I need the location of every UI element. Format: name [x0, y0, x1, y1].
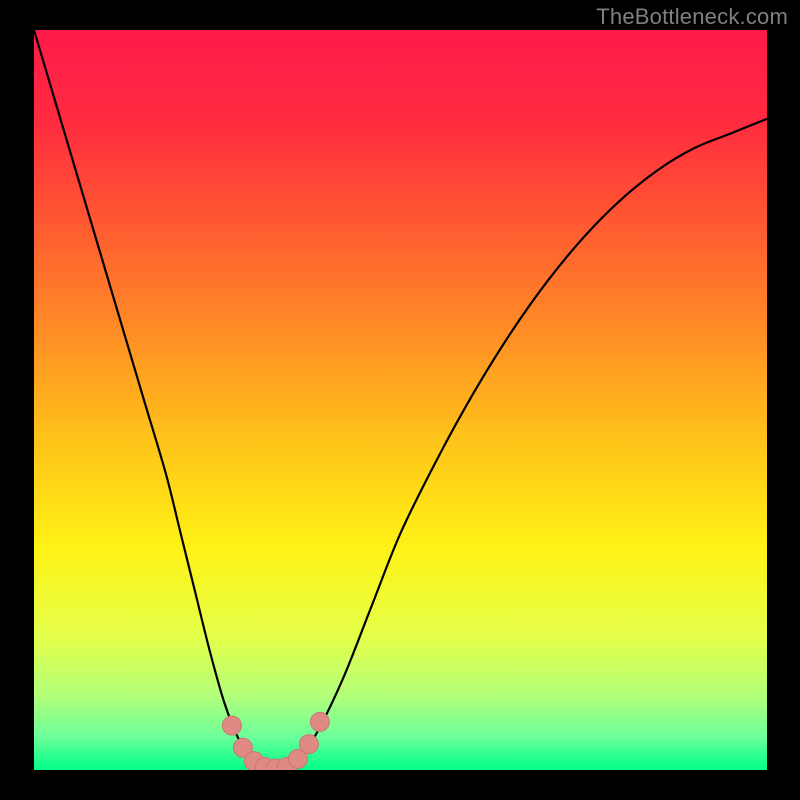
- curve-marker: [222, 716, 241, 735]
- curve-marker: [310, 712, 329, 731]
- bottleneck-chart: [0, 0, 800, 800]
- chart-frame: { "watermark": "TheBottleneck.com", "col…: [0, 0, 800, 800]
- curve-marker: [299, 735, 318, 754]
- watermark-text: TheBottleneck.com: [596, 4, 788, 30]
